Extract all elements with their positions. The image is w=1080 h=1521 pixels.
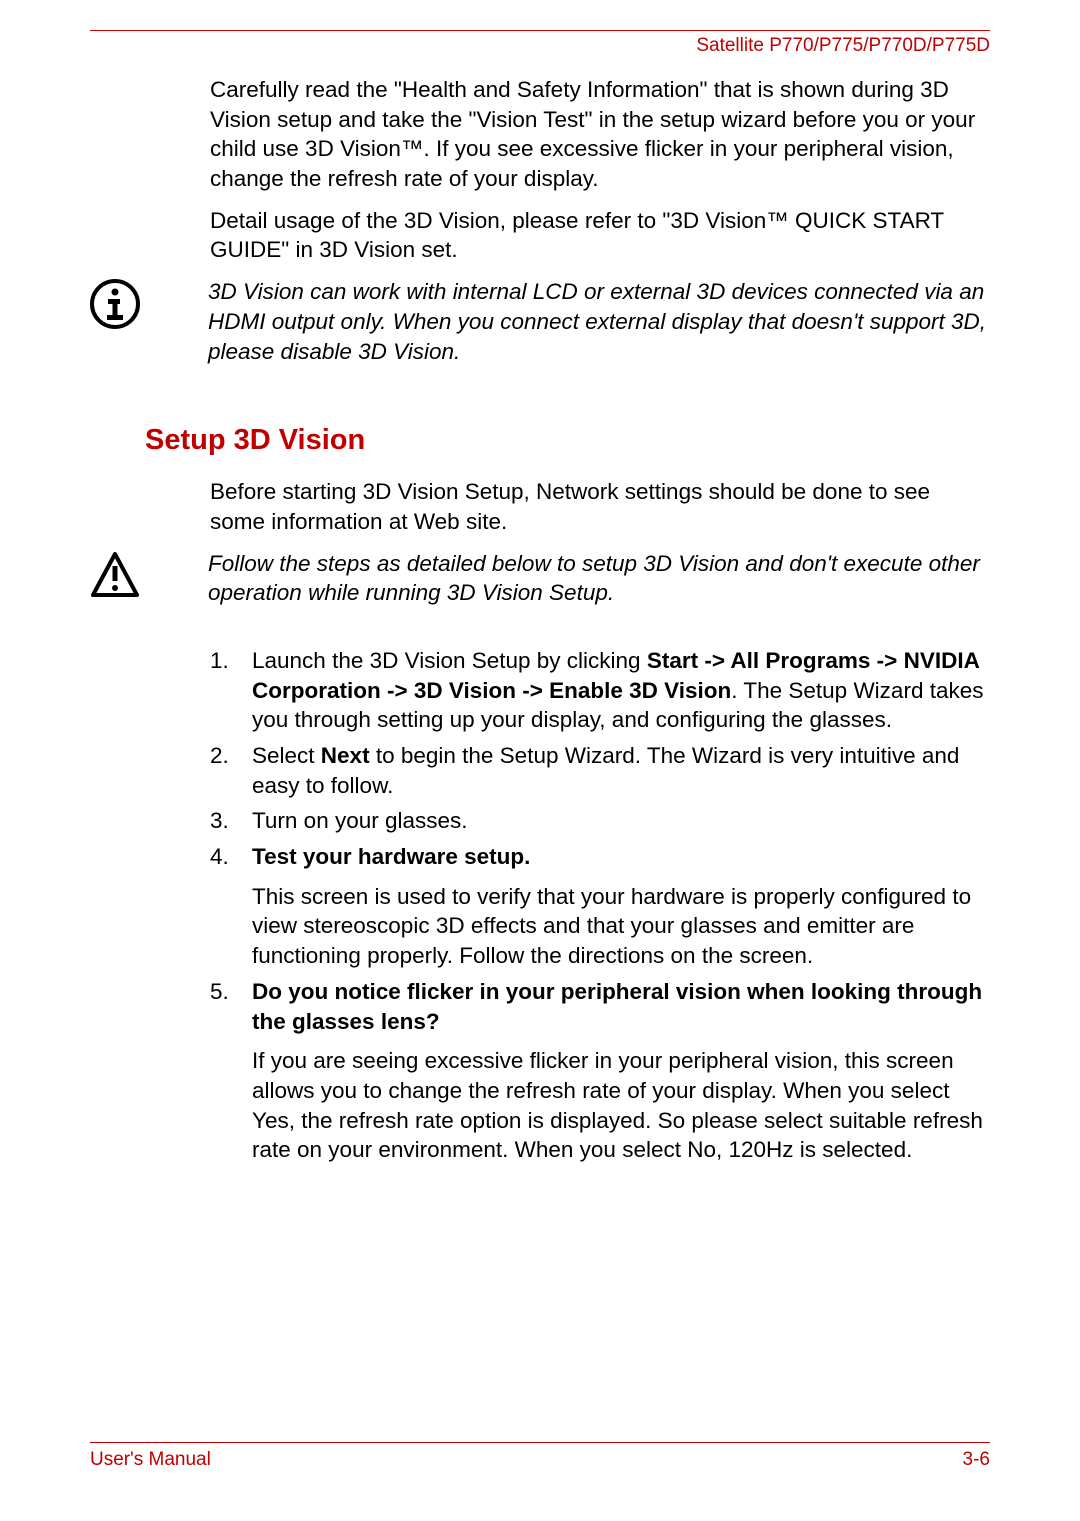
warning-note-text: Follow the steps as detailed below to se…: [208, 549, 990, 608]
footer-manual: User's Manual: [90, 1449, 211, 1471]
page-footer: User's Manual 3-6: [90, 1442, 990, 1471]
footer-page-number: 3-6: [963, 1449, 990, 1471]
info-note-1-text: 3D Vision can work with internal LCD or …: [208, 277, 990, 366]
header-rule: [90, 30, 990, 31]
step-3: 3. Turn on your glasses.: [210, 806, 990, 836]
step-4-sub: This screen is used to verify that your …: [252, 882, 990, 971]
step-2-pre: Select: [252, 743, 321, 768]
step-5: 5. Do you notice flicker in your periphe…: [210, 977, 990, 1165]
warning-note: Follow the steps as detailed below to se…: [90, 549, 990, 608]
step-4: 4. Test your hardware setup. This screen…: [210, 842, 990, 971]
warning-icon: [90, 551, 140, 606]
step-5-title: Do you notice flicker in your peripheral…: [252, 977, 990, 1036]
step-3-text: Turn on your glasses.: [252, 806, 990, 836]
info-note-1: 3D Vision can work with internal LCD or …: [90, 277, 990, 366]
step-1-pre: Launch the 3D Vision Setup by clicking: [252, 648, 647, 673]
step-2: 2. Select Next to begin the Setup Wizard…: [210, 741, 990, 800]
info-icon: [90, 279, 140, 334]
section-heading-setup-3d-vision: Setup 3D Vision: [145, 424, 990, 457]
step-1: 1. Launch the 3D Vision Setup by clickin…: [210, 646, 990, 735]
header-product: Satellite P770/P775/P770D/P775D: [90, 35, 990, 57]
paragraph-3: Before starting 3D Vision Setup, Network…: [210, 477, 990, 536]
page: Satellite P770/P775/P770D/P775D Carefull…: [0, 0, 1080, 1521]
step-5-sub: If you are seeing excessive flicker in y…: [252, 1046, 990, 1165]
paragraph-1: Carefully read the "Health and Safety In…: [210, 75, 990, 194]
setup-steps-list: 1. Launch the 3D Vision Setup by clickin…: [210, 646, 990, 1165]
step-2-bold: Next: [321, 743, 370, 768]
paragraph-2: Detail usage of the 3D Vision, please re…: [210, 206, 990, 265]
step-4-title: Test your hardware setup.: [252, 842, 990, 872]
